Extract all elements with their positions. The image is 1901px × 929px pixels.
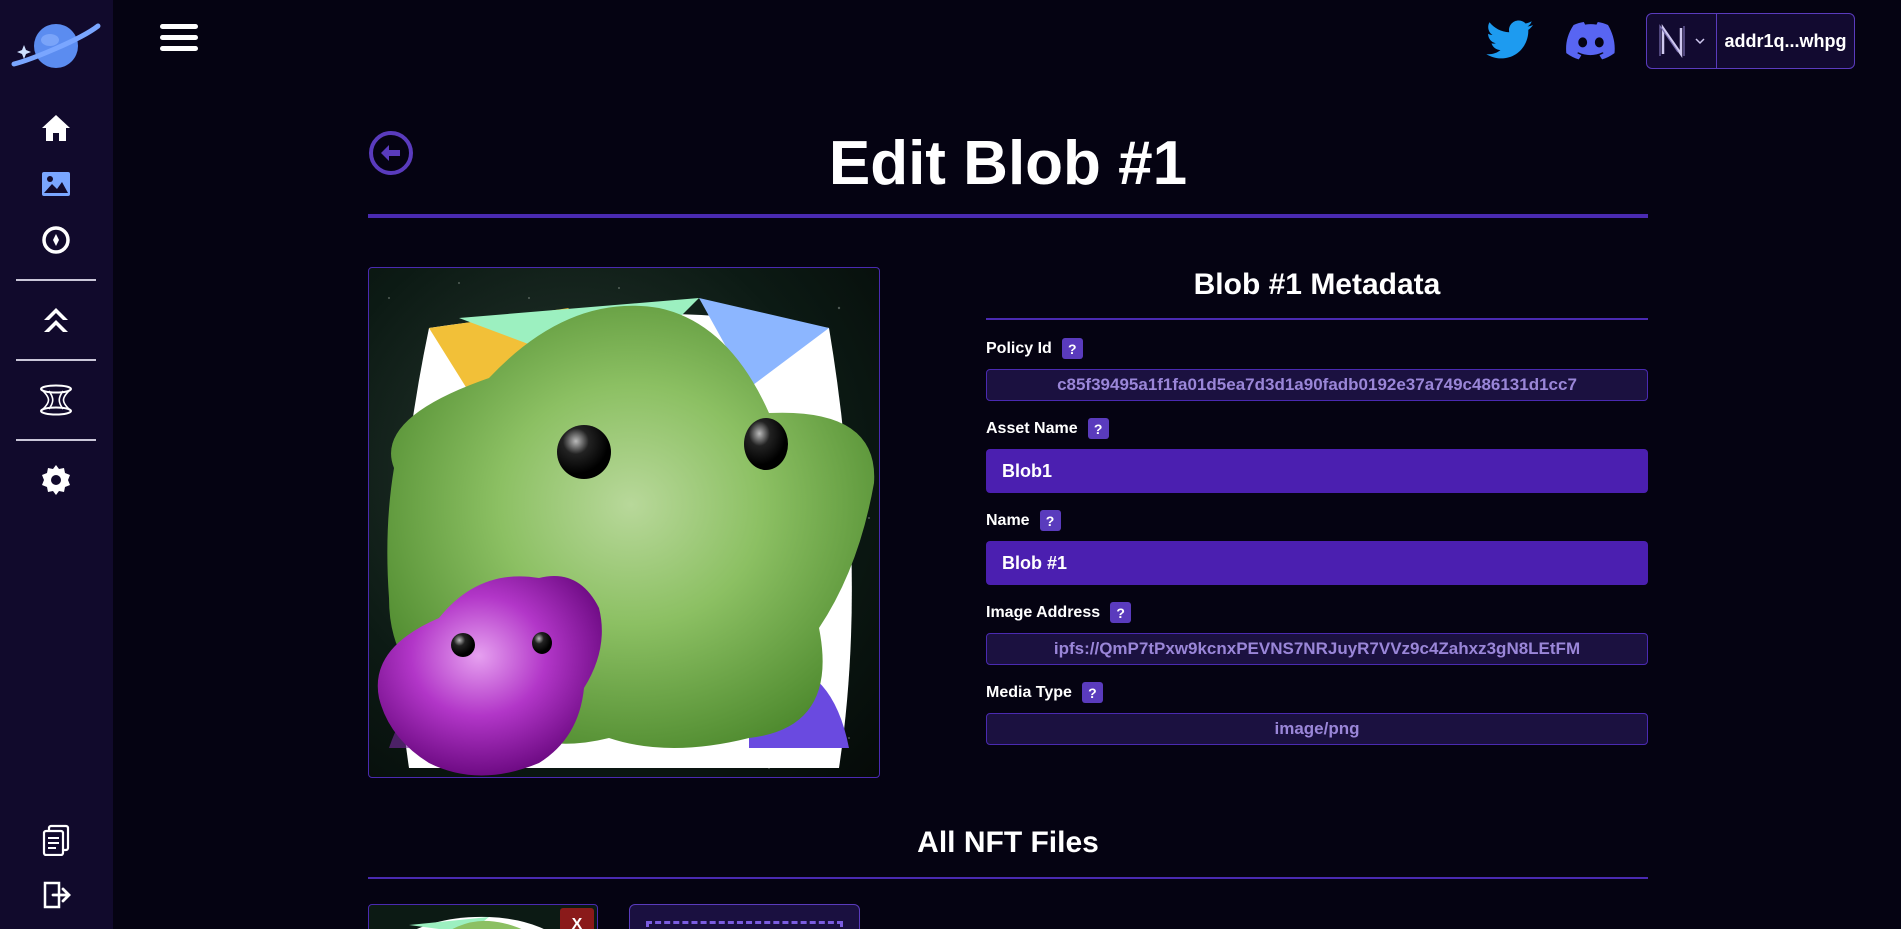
home-icon[interactable] bbox=[36, 108, 76, 148]
twitter-icon[interactable] bbox=[1486, 20, 1534, 67]
wormhole-icon[interactable] bbox=[36, 380, 76, 420]
wallet-connector: addr1q...whpg bbox=[1646, 13, 1855, 69]
sidebar-divider bbox=[16, 439, 96, 441]
chevrons-up-icon[interactable] bbox=[36, 300, 76, 340]
nft-image-preview bbox=[368, 267, 880, 778]
compass-icon[interactable] bbox=[36, 220, 76, 260]
title-divider bbox=[368, 214, 1648, 218]
policy-id-help-button[interactable]: ? bbox=[1061, 338, 1083, 359]
wallet-address-button[interactable]: addr1q...whpg bbox=[1717, 31, 1854, 52]
metadata-divider bbox=[986, 318, 1648, 320]
discord-icon[interactable] bbox=[1566, 22, 1616, 65]
image-address-help-button[interactable]: ? bbox=[1110, 602, 1132, 623]
sidebar-divider bbox=[16, 359, 96, 361]
dropzone-border bbox=[646, 921, 843, 929]
image-address-label: Image Address bbox=[986, 603, 1101, 621]
image-address-field-label: Image Address ? bbox=[986, 602, 1132, 623]
chevron-down-icon bbox=[1694, 38, 1705, 45]
wallet-brand-icon bbox=[1658, 24, 1685, 58]
policy-id-field-label: Policy Id ? bbox=[986, 338, 1083, 359]
add-file-dropzone[interactable] bbox=[629, 904, 860, 929]
name-help-button[interactable]: ? bbox=[1039, 510, 1061, 531]
remove-file-button[interactable]: X bbox=[560, 908, 594, 929]
media-type-help-button[interactable]: ? bbox=[1081, 682, 1103, 703]
blob-nft-image bbox=[377, 282, 875, 776]
metadata-title: Blob #1 Metadata bbox=[1193, 268, 1441, 301]
name-field-label: Name ? bbox=[986, 510, 1061, 531]
logout-icon[interactable] bbox=[36, 875, 76, 915]
image-address-value: ipfs://QmP7tPxw9kcnxPEVNS7NRJuyR7VVz9c4Z… bbox=[986, 633, 1648, 665]
name-label: Name bbox=[986, 511, 1030, 529]
asset-name-field-label: Asset Name ? bbox=[986, 418, 1109, 439]
asset-name-label: Asset Name bbox=[986, 419, 1078, 437]
sidebar-divider bbox=[16, 279, 96, 281]
media-type-value: image/png bbox=[986, 713, 1648, 745]
document-icon[interactable] bbox=[36, 820, 76, 860]
menu-toggle-button[interactable] bbox=[160, 24, 200, 58]
image-icon[interactable] bbox=[36, 164, 76, 204]
name-input[interactable] bbox=[986, 541, 1648, 585]
sidebar bbox=[0, 0, 113, 929]
policy-id-label: Policy Id bbox=[986, 339, 1052, 357]
policy-id-value: c85f39495a1f1fa01d5ea7d3d1a90fadb0192e37… bbox=[986, 369, 1648, 401]
files-divider bbox=[368, 877, 1648, 879]
asset-name-help-button[interactable]: ? bbox=[1087, 418, 1109, 439]
files-title: All NFT Files bbox=[917, 826, 1099, 859]
planet-logo-icon[interactable] bbox=[10, 20, 102, 72]
gear-icon[interactable] bbox=[36, 460, 76, 500]
media-type-field-label: Media Type ? bbox=[986, 682, 1103, 703]
wallet-selector-button[interactable] bbox=[1647, 14, 1717, 68]
page-title: Edit Blob #1 bbox=[828, 129, 1188, 198]
asset-name-input[interactable] bbox=[986, 449, 1648, 493]
media-type-label: Media Type bbox=[986, 683, 1072, 701]
